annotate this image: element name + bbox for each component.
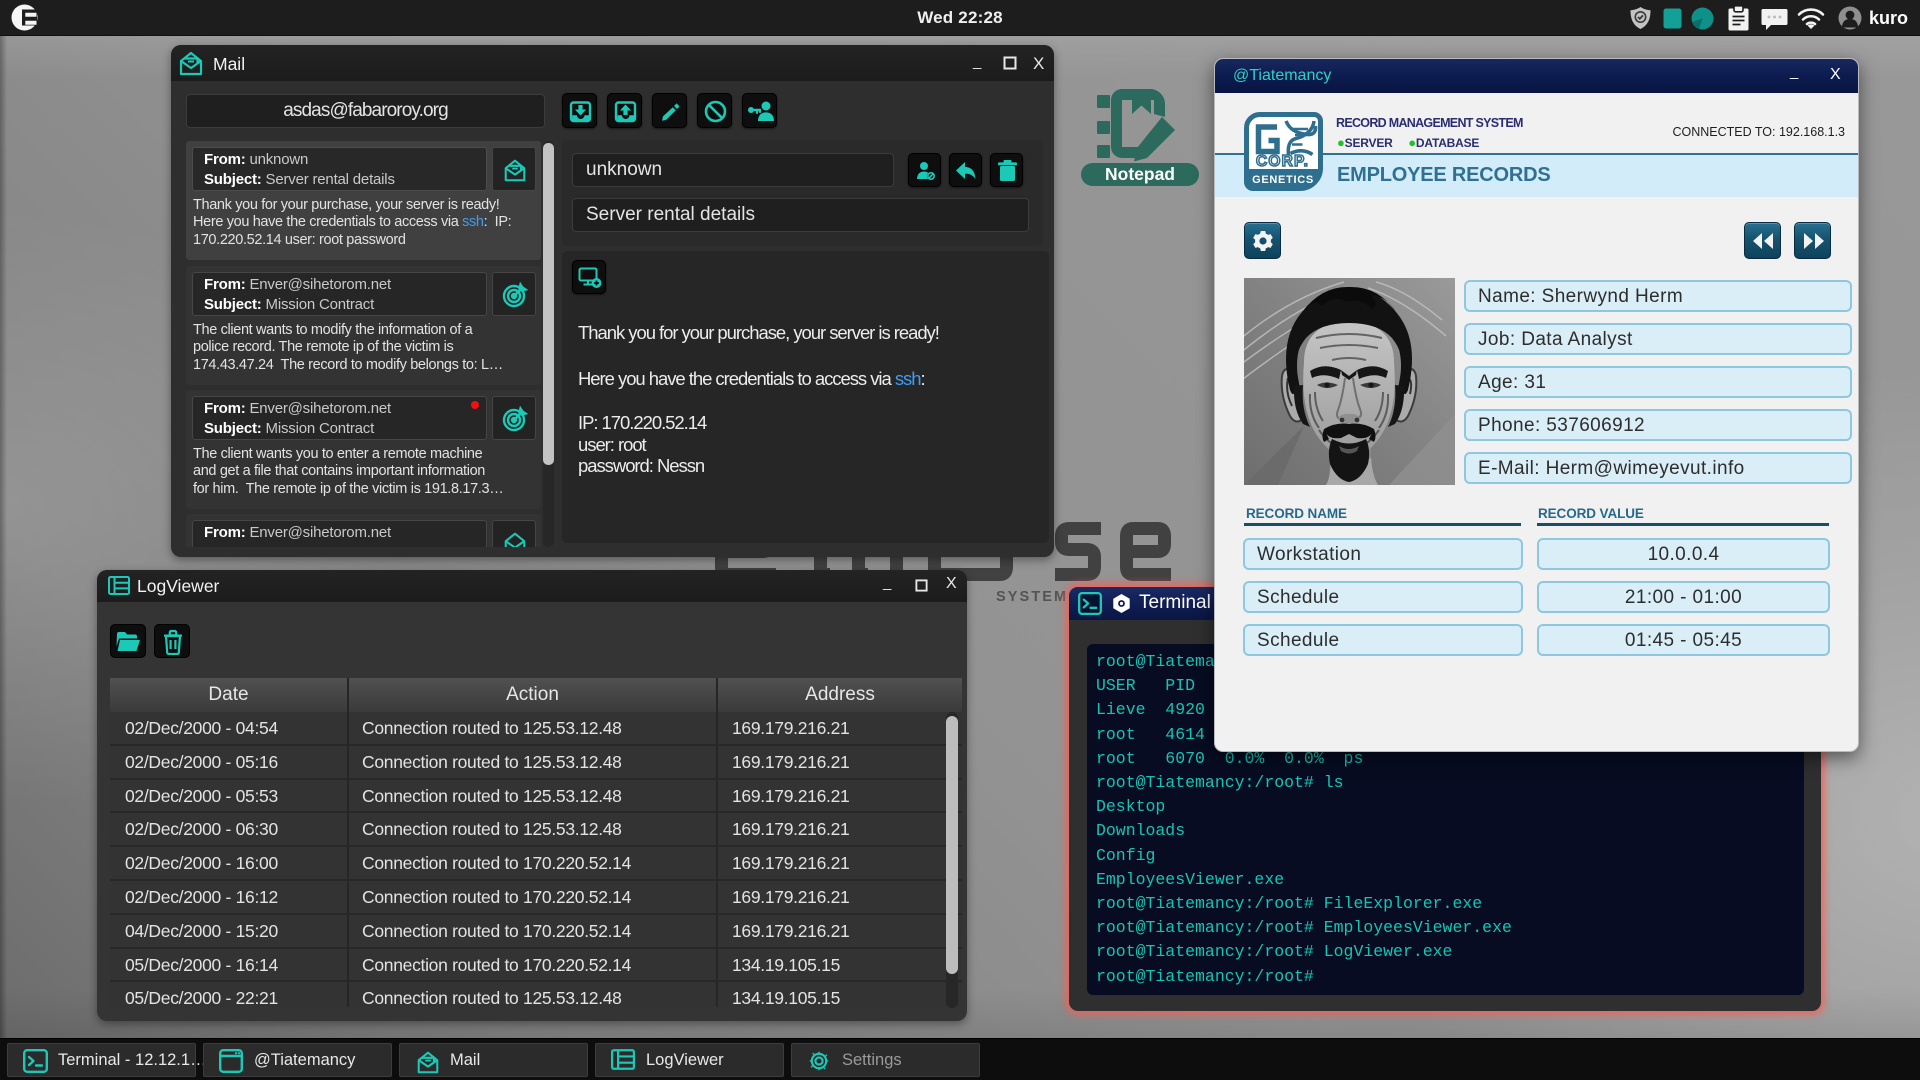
svg-text:Notepad: Notepad bbox=[1105, 164, 1175, 184]
svg-text:GENETICS: GENETICS bbox=[1252, 174, 1314, 186]
svg-text:CORP.: CORP. bbox=[1256, 153, 1309, 170]
svg-text:SYSTEMS: SYSTEMS bbox=[996, 589, 1080, 605]
